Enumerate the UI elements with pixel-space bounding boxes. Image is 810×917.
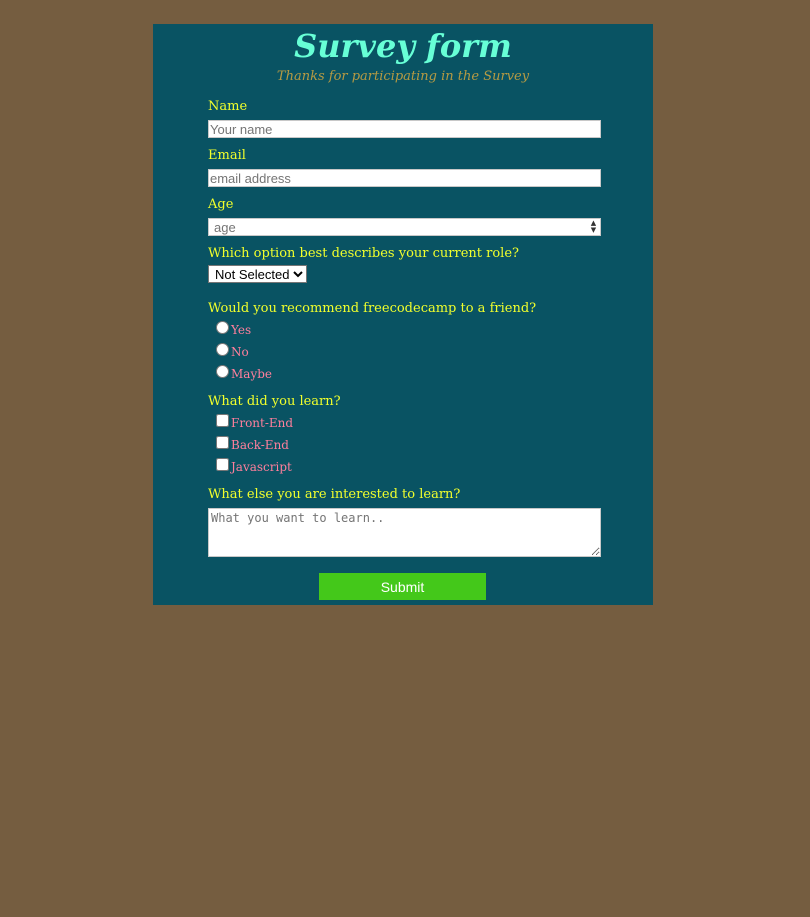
- recommend-label: Would you recommend freecodecamp to a fr…: [208, 301, 537, 316]
- age-label: Age: [208, 197, 234, 212]
- javascript-checkbox[interactable]: [216, 457, 229, 471]
- backend-label: Back-End: [231, 438, 289, 452]
- name-label: Name: [208, 99, 248, 114]
- javascript-label: Javascript: [231, 460, 292, 474]
- recommend-option-yes[interactable]: Yes: [216, 319, 252, 337]
- learned-option-javascript[interactable]: Javascript: [216, 456, 292, 474]
- frontend-label: Front-End: [231, 416, 294, 430]
- recommend-yes-label: Yes: [231, 323, 252, 337]
- age-stepper: ▲▼: [208, 218, 601, 236]
- recommend-no-label: No: [231, 345, 249, 359]
- recommend-maybe-radio[interactable]: [216, 364, 229, 378]
- recommend-no-radio[interactable]: [216, 342, 229, 356]
- email-label: Email: [208, 148, 246, 163]
- submit-button[interactable]: Submit: [319, 573, 486, 600]
- backend-checkbox[interactable]: [216, 435, 229, 449]
- survey-form: Survey form Thanks for participating in …: [153, 24, 653, 605]
- recommend-maybe-label: Maybe: [231, 367, 273, 381]
- role-label: Which option best describes your current…: [208, 246, 519, 261]
- page-title: Survey form: [294, 27, 512, 65]
- interest-textarea[interactable]: [208, 508, 601, 557]
- age-input[interactable]: [208, 218, 601, 236]
- name-input[interactable]: [208, 120, 601, 138]
- email-input[interactable]: [208, 169, 601, 187]
- spinner-arrows-icon[interactable]: ▲ ▼: [589, 220, 598, 234]
- learned-option-frontend[interactable]: Front-End: [216, 412, 294, 430]
- recommend-yes-radio[interactable]: [216, 320, 229, 334]
- learned-label: What did you learn?: [208, 394, 341, 409]
- recommend-option-no[interactable]: No: [216, 341, 249, 359]
- recommend-option-maybe[interactable]: Maybe: [216, 363, 273, 381]
- page-subtitle: Thanks for participating in the Survey: [276, 69, 530, 84]
- interest-label: What else you are interested to learn?: [208, 487, 461, 502]
- learned-option-backend[interactable]: Back-End: [216, 434, 289, 452]
- frontend-checkbox[interactable]: [216, 413, 229, 427]
- role-select[interactable]: Not Selected: [208, 265, 307, 283]
